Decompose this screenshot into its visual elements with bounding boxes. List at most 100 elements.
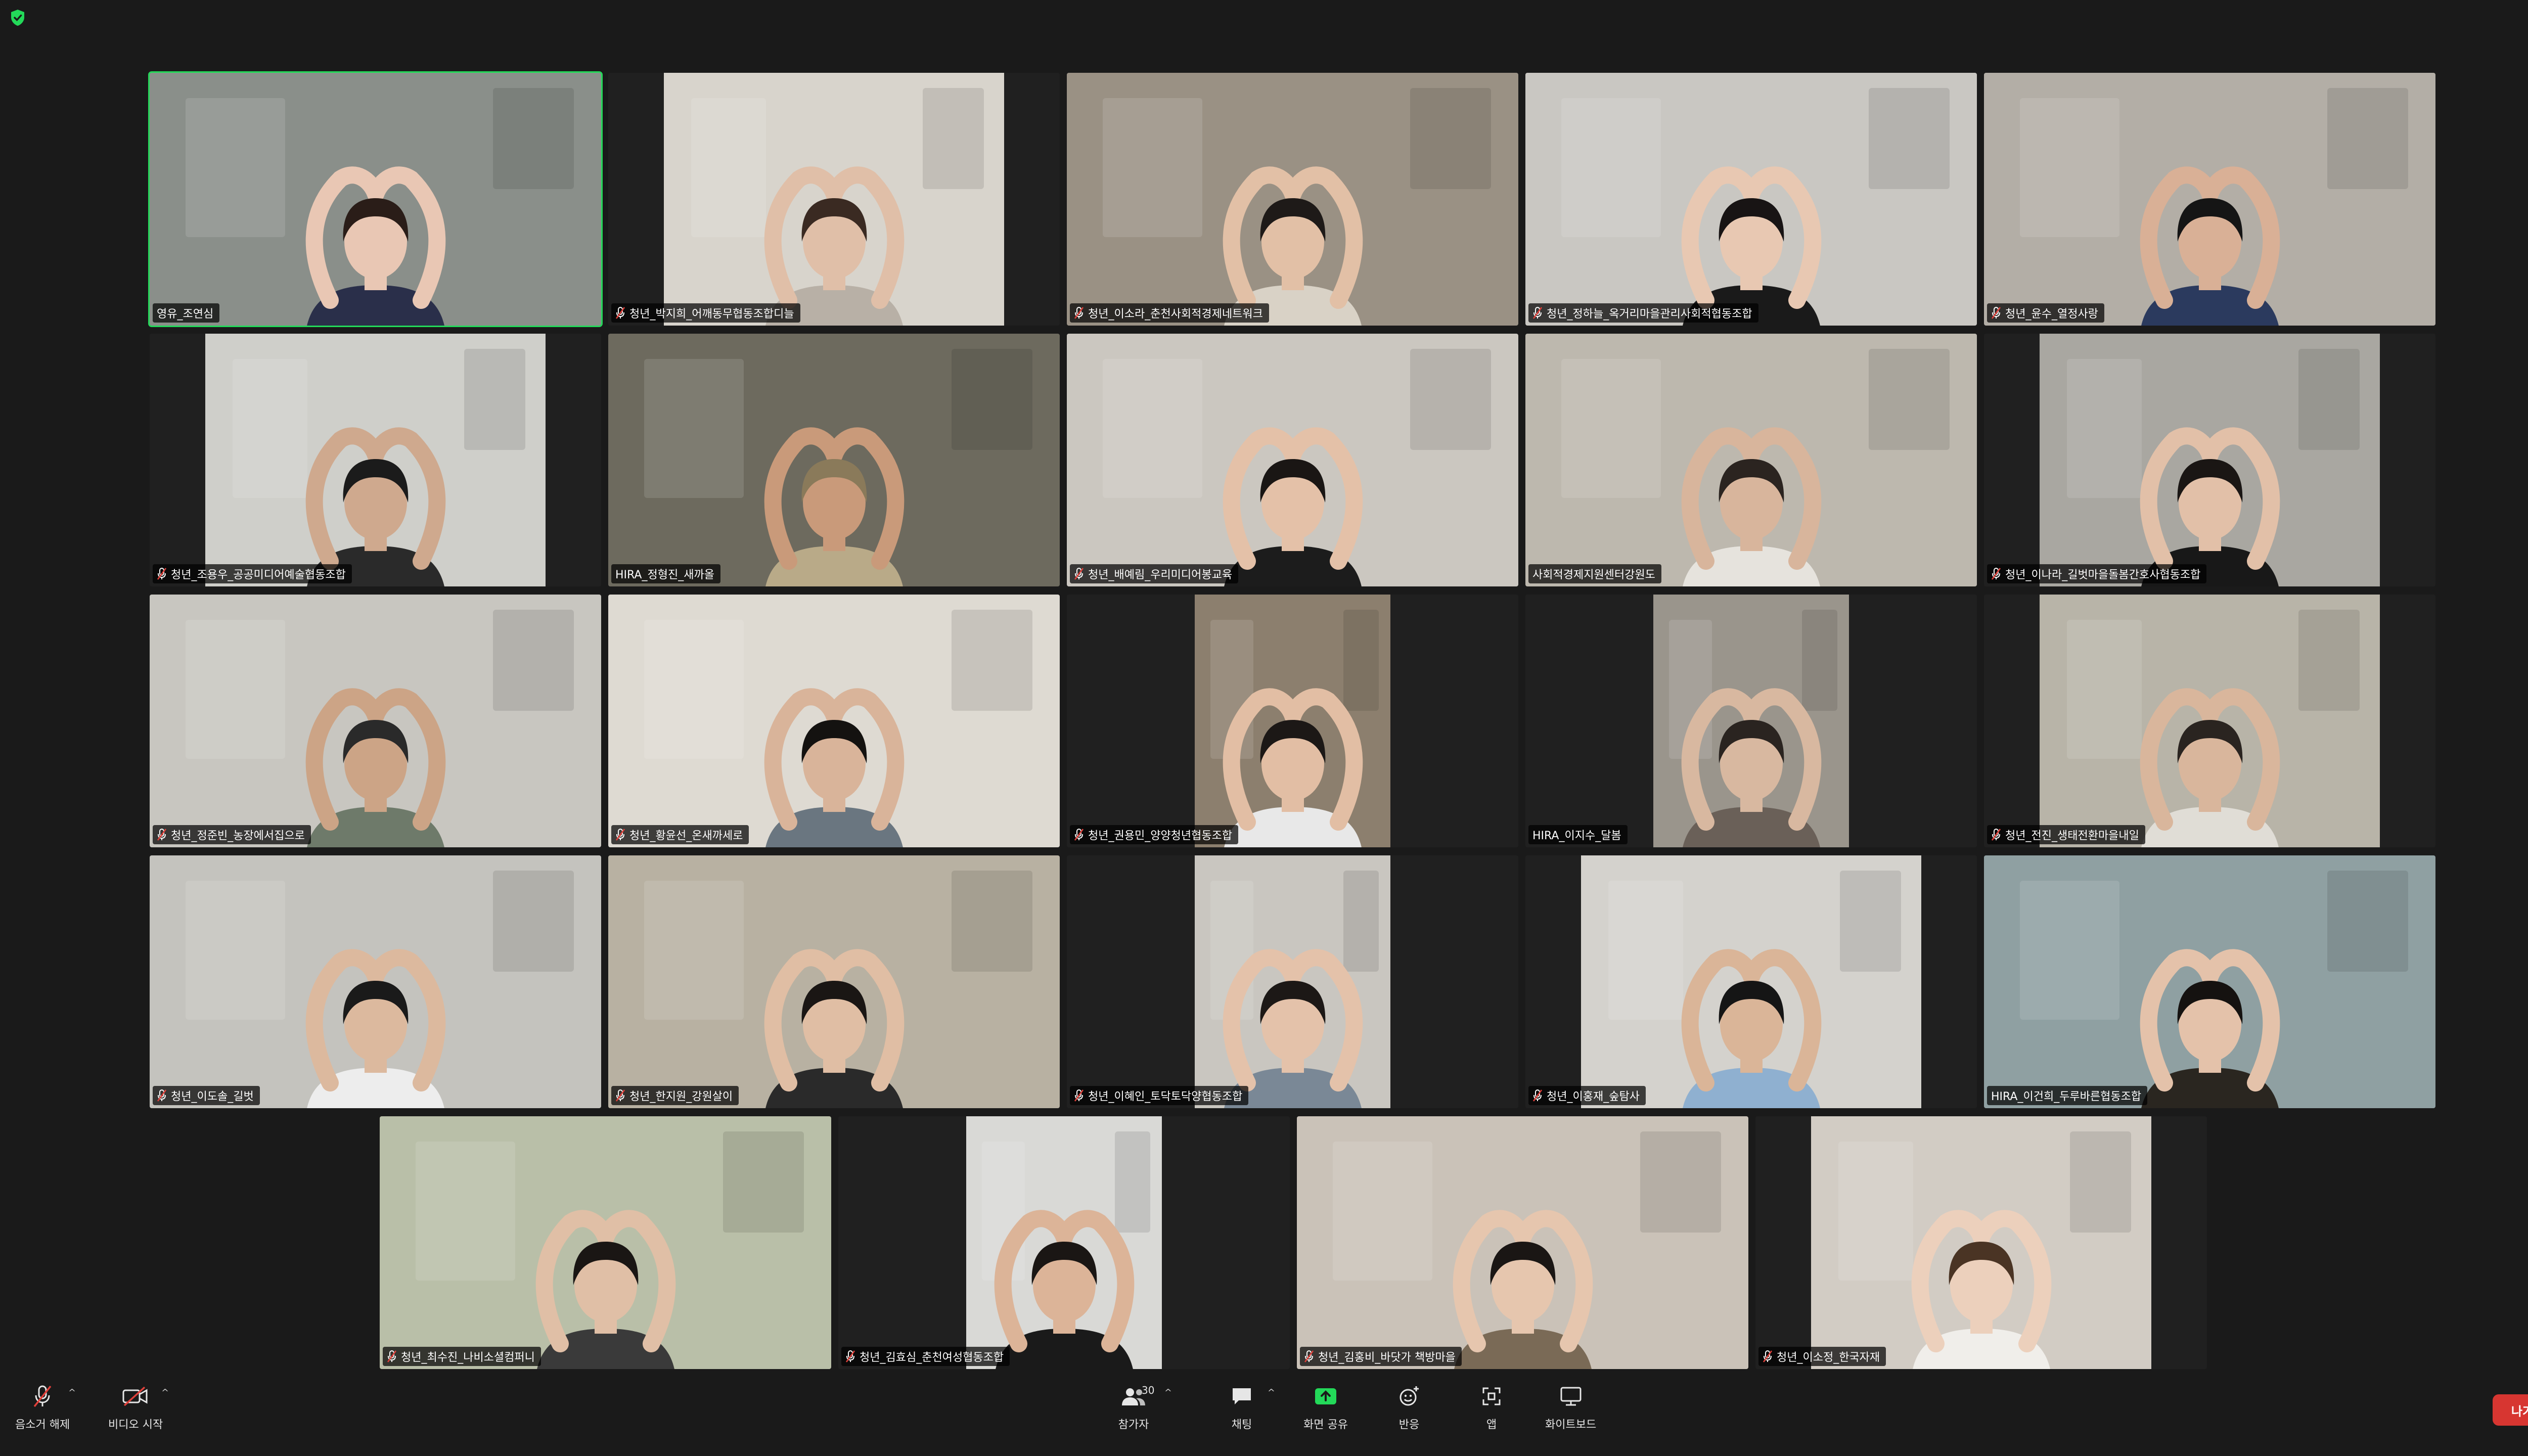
participant-tile[interactable]: 청년_정하늘_옥거리마을관리사회적협동조합 xyxy=(1525,73,1977,326)
whiteboard-button[interactable]: 화이트보드 xyxy=(1545,1380,1596,1432)
participant-tile[interactable]: 청년_박지희_어깨동무협동조합디늘 xyxy=(608,73,1060,326)
participant-tile[interactable]: 청년_배예림_우리미디어봉교육 xyxy=(1067,334,1518,586)
participant-name: 청년_이홍재_숲탐사 xyxy=(1547,1090,1640,1103)
participant-video xyxy=(2040,334,2380,586)
leave-meeting-button[interactable]: 나가기 xyxy=(2493,1394,2528,1426)
participant-name: 청년_김효심_춘천여성협동조합 xyxy=(860,1351,1004,1364)
participant-video xyxy=(380,1116,831,1369)
microphone-muted-icon xyxy=(387,1350,397,1362)
unmute-button[interactable]: ^ 음소거 해제 xyxy=(15,1380,76,1432)
person-silhouette xyxy=(1223,427,1363,586)
participant-tile[interactable]: 청년_이나라_길벗마을돌봄간호사협동조합 xyxy=(1984,334,2435,586)
security-shield-icon[interactable] xyxy=(10,9,25,26)
share-screen-icon xyxy=(1315,1388,1336,1404)
participant-name-tag: 청년_한지원_강원살이 xyxy=(611,1086,739,1105)
microphone-muted-icon xyxy=(157,1089,167,1102)
participant-name: 청년_이소정_한국자재 xyxy=(1777,1351,1880,1364)
microphone-muted-icon xyxy=(615,307,625,319)
person-silhouette xyxy=(994,1210,1134,1369)
participant-tile[interactable]: 청년_황윤선_온새까세로 xyxy=(608,595,1060,847)
chat-options-caret[interactable]: ^ xyxy=(1268,1387,1275,1398)
participant-tile[interactable]: 청년_최수진_나비소셜컴퍼니 xyxy=(380,1116,831,1369)
apps-icon xyxy=(1482,1387,1501,1405)
participant-name-tag: HIRA_이건희_두루바른협동조합 xyxy=(1987,1086,2148,1105)
participant-video xyxy=(205,334,546,586)
participant-video xyxy=(1525,73,1977,326)
participants-button[interactable]: 30 ^ 참가자 xyxy=(1117,1380,1172,1432)
participant-tile[interactable]: 청년_이홍재_숲탐사 xyxy=(1525,855,1977,1108)
participant-name: 청년_이나라_길벗마을돌봄간호사협동조합 xyxy=(2005,569,2201,581)
participant-video xyxy=(1067,73,1518,326)
person-silhouette xyxy=(1681,949,1821,1108)
participant-tile[interactable]: 청년_정준빈_농장에서집으로 xyxy=(150,595,601,847)
person-silhouette xyxy=(305,688,445,847)
participant-name-tag: 청년_전진_생태전환마을내일 xyxy=(1987,825,2145,844)
participant-video xyxy=(608,855,1060,1108)
reactions-button[interactable]: 반응 xyxy=(1393,1380,1425,1432)
participant-name: 청년_정하늘_옥거리마을관리사회적협동조합 xyxy=(1547,308,1752,321)
whiteboard-label: 화이트보드 xyxy=(1545,1419,1597,1431)
chat-icon xyxy=(1233,1388,1251,1404)
participant-tile[interactable]: HIRA_이건희_두루바른협동조합 xyxy=(1984,855,2435,1108)
participant-tile[interactable]: 청년_윤수_열정사랑 xyxy=(1984,73,2435,326)
participants-options-caret[interactable]: ^ xyxy=(1164,1387,1172,1398)
participant-tile[interactable]: HIRA_이지수_달봄 xyxy=(1525,595,1977,847)
participant-video xyxy=(2040,595,2380,847)
participant-video xyxy=(1195,595,1390,847)
participant-name-tag: 사회적경제지원센터강원도 xyxy=(1528,564,1661,583)
participant-video xyxy=(1984,73,2435,326)
participant-video xyxy=(150,595,601,847)
person-silhouette xyxy=(2140,688,2280,847)
participant-tile[interactable]: 청년_이소정_한국자재 xyxy=(1755,1116,2207,1369)
participant-name-tag: HIRA_정형진_새까올 xyxy=(611,564,720,583)
participant-name: HIRA_정형진_새까올 xyxy=(615,569,714,581)
participant-name: 청년_박지희_어깨동무협동조합디늘 xyxy=(629,308,794,321)
participant-video xyxy=(150,855,601,1108)
person-silhouette xyxy=(1681,166,1821,326)
unmute-label: 음소거 해제 xyxy=(15,1419,70,1431)
participant-tile[interactable]: 청년_김효심_춘천여성협동조합 xyxy=(838,1116,1290,1369)
participant-name-tag: 청년_황윤선_온새까세로 xyxy=(611,825,749,844)
person-silhouette xyxy=(1223,166,1363,326)
microphone-muted-icon xyxy=(157,568,167,580)
person-silhouette xyxy=(1911,1210,2051,1369)
participant-video xyxy=(150,73,601,326)
participants-label: 참가자 xyxy=(1118,1419,1149,1431)
participant-tile[interactable]: 청년_이소라_춘천사회적경제네트워크 xyxy=(1067,73,1518,326)
participant-tile[interactable]: 청년_조용우_공공미디어예술협동조합 xyxy=(150,334,601,586)
person-silhouette xyxy=(2140,949,2280,1108)
video-options-caret[interactable]: ^ xyxy=(161,1387,169,1398)
chat-button[interactable]: ^ 채팅 xyxy=(1226,1380,1275,1432)
participant-tile[interactable]: 청년_이도솔_길벗 xyxy=(150,855,601,1108)
participant-name-tag: 청년_이소라_춘천사회적경제네트워크 xyxy=(1070,303,1269,323)
participant-video xyxy=(1811,1116,2151,1369)
participant-video xyxy=(1581,855,1921,1108)
participant-tile[interactable]: 청년_권용민_양양청년협동조합 xyxy=(1067,595,1518,847)
participant-tile[interactable]: HIRA_정형진_새까올 xyxy=(608,334,1060,586)
share-screen-button[interactable]: 화면 공유 xyxy=(1303,1380,1348,1432)
person-silhouette xyxy=(1453,1210,1593,1369)
person-silhouette xyxy=(1681,427,1821,586)
participant-name-tag: 청년_김효심_춘천여성협동조합 xyxy=(841,1347,1010,1366)
participant-tile[interactable]: 청년_한지원_강원살이 xyxy=(608,855,1060,1108)
audio-options-caret[interactable]: ^ xyxy=(68,1387,76,1398)
person-silhouette xyxy=(764,166,904,326)
participant-tile[interactable]: 청년_김홍비_바닷가 책방마을 xyxy=(1297,1116,1748,1369)
start-video-label: 비디오 시작 xyxy=(108,1419,163,1431)
participant-tile[interactable]: 사회적경제지원센터강원도 xyxy=(1525,334,1977,586)
microphone-muted-icon xyxy=(1991,307,2001,319)
start-video-button[interactable]: ^ 비디오 시작 xyxy=(108,1380,169,1432)
reactions-label: 반응 xyxy=(1398,1419,1420,1431)
participant-name-tag: 청년_정준빈_농장에서집으로 xyxy=(153,825,311,844)
reactions-smiley-icon xyxy=(1400,1386,1419,1406)
participant-tile[interactable]: 청년_이혜인_토닥토닥양협동조합 xyxy=(1067,855,1518,1108)
person-silhouette xyxy=(2140,427,2280,586)
participant-name: 청년_이혜인_토닥토닥양협동조합 xyxy=(1088,1090,1243,1103)
participant-name-tag: 청년_윤수_열정사랑 xyxy=(1987,303,2104,323)
participant-tile[interactable]: 영유_조연심 xyxy=(148,71,603,327)
apps-button[interactable]: 앱 xyxy=(1475,1380,1508,1432)
participant-tile[interactable]: 청년_전진_생태전환마을내일 xyxy=(1984,595,2435,847)
participant-name: 청년_이소라_춘천사회적경제네트워크 xyxy=(1088,308,1263,321)
person-silhouette xyxy=(305,949,445,1108)
microphone-muted-icon xyxy=(1304,1350,1314,1362)
